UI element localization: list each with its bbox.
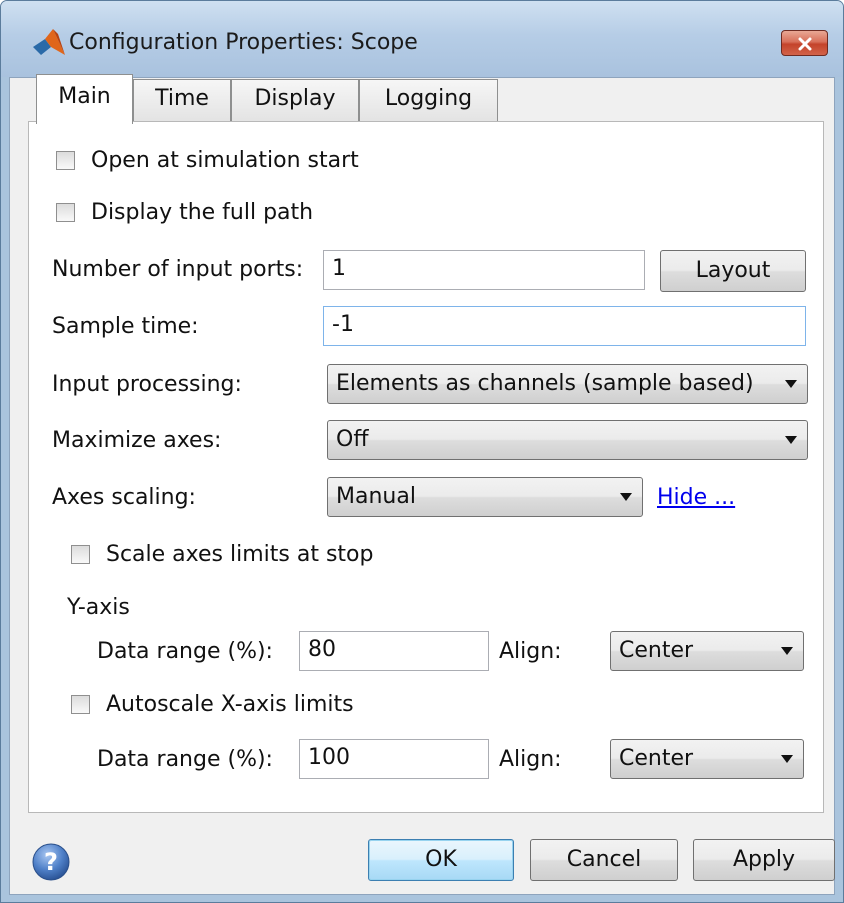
num-input-ports-field[interactable]: 1 [323,250,645,290]
maximize-axes-value: Off [336,427,369,452]
x-align-select[interactable]: Center [610,739,804,779]
input-processing-select[interactable]: Elements as channels (sample based) [327,364,808,404]
apply-button[interactable]: Apply [693,839,835,881]
x-data-range-field[interactable]: 100 [299,739,489,779]
input-processing-value: Elements as channels (sample based) [336,371,754,396]
tab-display[interactable]: Display [231,79,359,122]
matlab-logo-icon [33,29,65,55]
sample-time-label: Sample time: [52,314,199,339]
y-align-select[interactable]: Center [610,631,804,671]
axes-scaling-select[interactable]: Manual [327,477,643,517]
y-align-label: Align: [499,639,562,664]
autoscale-x-label: Autoscale X-axis limits [106,692,354,717]
y-axis-heading: Y-axis [67,595,130,620]
svg-text:?: ? [44,848,58,876]
title-bar[interactable]: Configuration Properties: Scope [1,1,843,77]
chevron-down-icon [785,380,797,388]
y-align-value: Center [619,638,694,663]
tab-logging-label: Logging [384,86,473,111]
tab-main-label: Main [58,84,111,109]
axes-scaling-value: Manual [336,484,416,509]
tab-logging[interactable]: Logging [359,79,498,122]
sample-time-field[interactable]: -1 [323,306,806,346]
scale-limits-at-stop-label: Scale axes limits at stop [106,542,374,567]
maximize-axes-label: Maximize axes: [52,428,222,453]
chevron-down-icon [781,755,793,763]
open-at-start-label: Open at simulation start [91,148,359,173]
x-data-range-label: Data range (%): [97,747,273,772]
hide-link[interactable]: Hide ... [657,483,735,513]
tab-display-label: Display [254,86,336,111]
open-at-start-checkbox[interactable] [56,151,75,170]
scale-limits-at-stop-checkbox[interactable] [71,545,90,564]
num-input-ports-label: Number of input ports: [52,257,304,282]
x-align-value: Center [619,746,694,771]
chevron-down-icon [785,436,797,444]
chevron-down-icon [781,647,793,655]
window-title: Configuration Properties: Scope [69,30,418,55]
dialog-window: Configuration Properties: Scope Main Tim… [0,0,844,903]
y-data-range-field[interactable]: 80 [299,631,489,671]
ok-button[interactable]: OK [368,839,514,881]
close-icon [798,37,812,51]
maximize-axes-select[interactable]: Off [327,420,808,460]
tab-time-label: Time [155,86,209,111]
display-full-path-label: Display the full path [91,200,314,225]
y-data-range-label: Data range (%): [97,639,273,664]
tab-main[interactable]: Main [36,74,133,124]
x-align-label: Align: [499,747,562,772]
axes-scaling-label: Axes scaling: [52,485,196,510]
tab-time[interactable]: Time [133,79,231,122]
chevron-down-icon [620,493,632,501]
layout-button[interactable]: Layout [660,250,806,292]
close-button[interactable] [781,30,828,56]
display-full-path-checkbox[interactable] [56,203,75,222]
autoscale-x-checkbox[interactable] [71,695,90,714]
cancel-button[interactable]: Cancel [530,839,678,881]
input-processing-label: Input processing: [52,372,242,397]
help-icon[interactable]: ? [31,842,71,882]
